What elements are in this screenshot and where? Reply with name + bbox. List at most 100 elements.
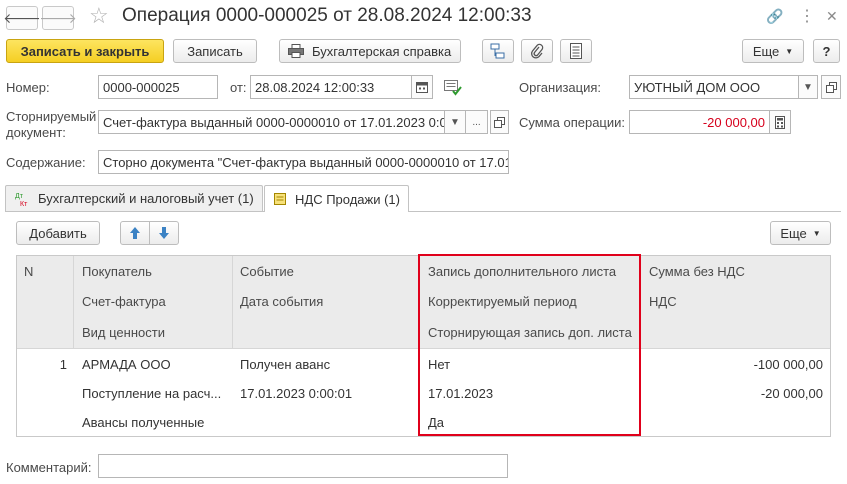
- cell-storno-record: Да: [428, 415, 445, 430]
- svg-text:Кт: Кт: [20, 201, 28, 207]
- column-divider: [232, 256, 233, 348]
- comment-label: Комментарий:: [6, 460, 92, 475]
- calendar-button[interactable]: [411, 75, 433, 99]
- cell-n: 1: [59, 357, 67, 372]
- content-label: Содержание:: [6, 155, 86, 170]
- close-icon[interactable]: ✕: [826, 8, 838, 25]
- list-icon: [570, 43, 582, 59]
- calendar-icon: [416, 82, 428, 93]
- column-header-buyer[interactable]: Покупатель: [82, 264, 152, 279]
- column-header-value-type[interactable]: Вид ценности: [82, 325, 165, 340]
- move-down-button[interactable]: [150, 222, 178, 244]
- cell-event: Получен аванс: [240, 357, 331, 372]
- cell-extra-record: Нет: [428, 357, 451, 372]
- tab-accounting[interactable]: Дт Кт Бухгалтерский и налоговый учет (1): [5, 185, 263, 211]
- date-label: от:: [230, 80, 247, 95]
- table-more-label: Еще: [780, 225, 807, 241]
- cell-event-date: 17.01.2023 0:00:01: [240, 386, 353, 401]
- vat-document-icon: [274, 193, 286, 205]
- dropdown-arrow-icon: ▼: [785, 46, 794, 56]
- posted-document-icon[interactable]: [444, 80, 462, 96]
- move-up-button[interactable]: [121, 222, 150, 244]
- add-row-button[interactable]: Добавить: [16, 221, 100, 245]
- printer-icon: [288, 44, 304, 58]
- list-button[interactable]: [560, 39, 592, 63]
- help-button[interactable]: ?: [813, 39, 840, 63]
- column-divider: [639, 256, 640, 348]
- comment-field[interactable]: [98, 454, 508, 478]
- window-title: Операция 0000-000025 от 28.08.2024 12:00…: [122, 5, 532, 26]
- storno-document-open-button[interactable]: [490, 110, 509, 134]
- cell-sum-no-vat: -100 000,00: [753, 357, 823, 372]
- storno-document-field[interactable]: Счет-фактура выданный 0000-0000010 от 17…: [98, 110, 445, 134]
- column-header-invoice[interactable]: Счет-фактура: [82, 294, 166, 309]
- attach-button[interactable]: [521, 39, 553, 63]
- save-button[interactable]: Записать: [173, 39, 257, 63]
- cell-value-type: Авансы полученные: [82, 415, 205, 430]
- organization-field[interactable]: УЮТНЫЙ ДОМ ООО: [629, 75, 799, 99]
- dropdown-arrow-icon: ▼: [812, 228, 821, 238]
- storno-document-label-2: документ:: [6, 125, 66, 140]
- structure-icon: [490, 43, 505, 59]
- column-header-event[interactable]: Событие: [240, 264, 294, 279]
- column-header-corr-period[interactable]: Корректируемый период: [428, 294, 577, 309]
- move-buttons-group: [120, 221, 179, 245]
- organization-label: Организация:: [519, 80, 602, 95]
- tabs-divider: [5, 211, 841, 212]
- favorite-star-icon[interactable]: ☆: [89, 3, 109, 29]
- open-window-icon: [825, 81, 837, 93]
- tab-vat-sales-label: НДС Продажи (1): [295, 191, 400, 207]
- column-header-vat[interactable]: НДС: [649, 294, 677, 309]
- accounting-report-button[interactable]: Бухгалтерская справка: [279, 39, 461, 63]
- open-window-icon: [494, 116, 505, 128]
- date-field[interactable]: 28.08.2024 12:00:33: [250, 75, 412, 99]
- storno-document-label: Сторнируемый: [6, 109, 97, 124]
- dropdown-arrow-icon: ▼: [803, 81, 813, 93]
- number-field[interactable]: 0000-000025: [98, 75, 218, 99]
- column-header-n[interactable]: N: [24, 264, 33, 279]
- cell-corr-period: 17.01.2023: [428, 386, 494, 401]
- storno-document-select-label: ...: [472, 116, 481, 128]
- storno-document-select-button[interactable]: ...: [465, 110, 488, 134]
- debit-credit-icon: Дт Кт: [15, 193, 28, 207]
- cell-buyer: АРМАДА ООО: [82, 357, 171, 372]
- table-more-button[interactable]: Еще ▼: [770, 221, 831, 245]
- calculator-button[interactable]: [769, 110, 791, 134]
- arrow-up-icon: [129, 227, 140, 239]
- operation-sum-field[interactable]: -20 000,00: [629, 110, 770, 134]
- number-label: Номер:: [6, 80, 50, 95]
- tab-vat-sales[interactable]: НДС Продажи (1): [264, 185, 409, 212]
- column-divider: [419, 256, 420, 348]
- cell-invoice: Поступление на расч...: [82, 386, 222, 401]
- column-header-sum-no-vat[interactable]: Сумма без НДС: [649, 264, 745, 279]
- arrow-right-icon: 🡒: [39, 9, 77, 26]
- storno-document-dropdown-button[interactable]: ▼: [444, 110, 466, 134]
- more-menu-icon[interactable]: ⋮: [799, 6, 815, 26]
- column-header-storno-record[interactable]: Сторнирующая запись доп. листа: [428, 325, 632, 340]
- svg-text:Дт: Дт: [15, 193, 24, 200]
- header-divider: [17, 348, 830, 349]
- save-and-close-button[interactable]: Записать и закрыть: [6, 39, 164, 63]
- dropdown-arrow-icon: ▼: [450, 116, 460, 128]
- forward-button[interactable]: 🡒: [39, 6, 77, 30]
- column-header-event-date[interactable]: Дата события: [240, 294, 323, 309]
- more-label: Еще: [752, 43, 780, 59]
- back-button[interactable]: 🡐: [3, 6, 41, 30]
- tab-accounting-label: Бухгалтерский и налоговый учет (1): [38, 191, 254, 206]
- arrow-down-icon: [158, 227, 169, 239]
- cell-vat: -20 000,00: [760, 386, 823, 401]
- content-field[interactable]: Сторно документа "Счет-фактура выданный …: [98, 150, 509, 174]
- structure-button[interactable]: [482, 39, 514, 63]
- more-button[interactable]: Еще ▼: [742, 39, 804, 63]
- arrow-left-icon: 🡐: [3, 9, 41, 26]
- column-divider: [73, 256, 74, 348]
- link-icon[interactable]: 🔗: [766, 8, 783, 25]
- vat-sales-table: N Покупатель Счет-фактура Вид ценности С…: [16, 255, 831, 437]
- paperclip-icon: [531, 43, 544, 59]
- calculator-icon: [775, 115, 785, 129]
- column-header-extra-record[interactable]: Запись дополнительного листа: [428, 264, 616, 279]
- operation-sum-label: Сумма операции:: [519, 115, 625, 130]
- organization-dropdown-button[interactable]: ▼: [798, 75, 818, 99]
- organization-open-button[interactable]: [821, 75, 841, 99]
- accounting-report-label: Бухгалтерская справка: [312, 43, 452, 59]
